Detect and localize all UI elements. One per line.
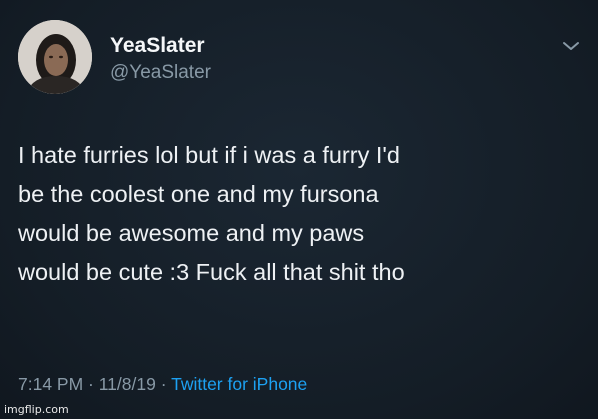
profile-photo-icon (18, 20, 92, 94)
meta-separator: · (155, 374, 172, 394)
tweet-text-line: I hate furries lol but if i was a furry … (18, 142, 400, 168)
tweet-card: YeaSlater @YeaSlater I hate furries lol … (0, 0, 598, 419)
tweet-meta: 7:14 PM · 11/8/19 · Twitter for iPhone (18, 374, 307, 395)
user-handle[interactable]: @YeaSlater (110, 62, 211, 84)
tweet-text-line: be the coolest one and my fursona (18, 181, 379, 207)
chevron-down-icon[interactable] (560, 38, 582, 54)
avatar[interactable] (18, 20, 92, 94)
meta-separator: · (83, 374, 99, 394)
tweet-text-line: would be awesome and my paws (18, 220, 365, 246)
watermark: imgflip.com (4, 403, 69, 416)
tweet-text: I hate furries lol but if i was a furry … (18, 136, 578, 292)
tweet-text-line: would be cute :3 Fuck all that shit tho (18, 259, 405, 285)
tweet-date[interactable]: 11/8/19 (99, 374, 156, 394)
tweet-time[interactable]: 7:14 PM (18, 374, 83, 394)
display-name[interactable]: YeaSlater (110, 34, 205, 58)
tweet-source-link[interactable]: Twitter for iPhone (171, 374, 307, 394)
